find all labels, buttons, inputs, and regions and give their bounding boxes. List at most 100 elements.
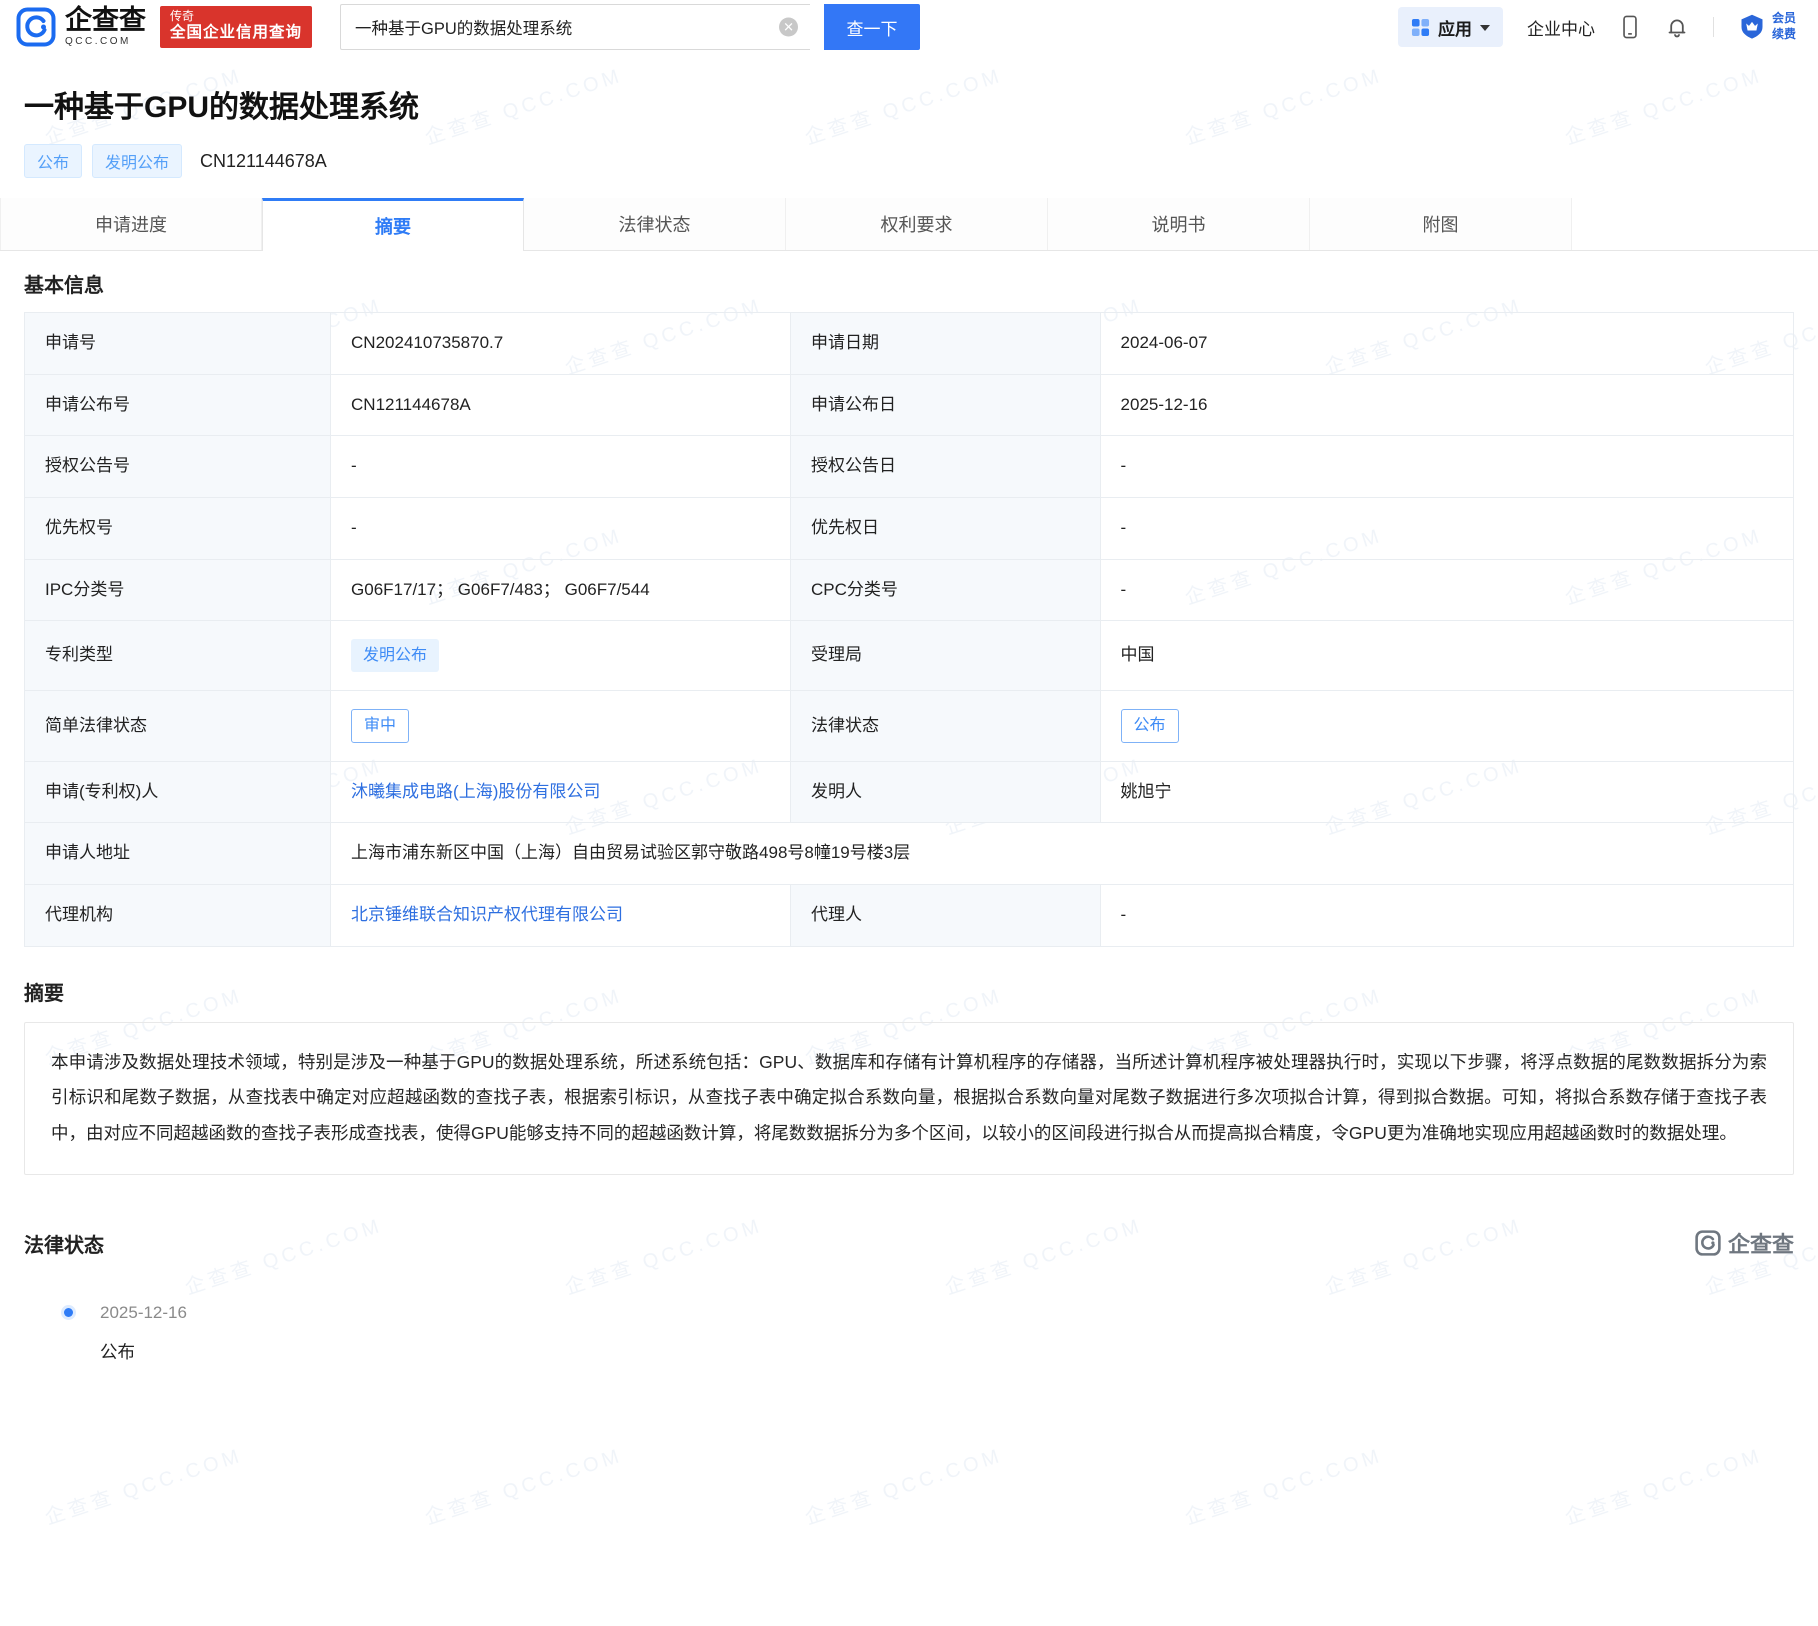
table-row: 申请公布号CN121144678A申请公布日2025-12-16 xyxy=(25,374,1794,436)
watermark-text: 企查查 QCC.COM xyxy=(41,1439,246,1530)
field-label: 发明人 xyxy=(790,761,1100,823)
table-row: 申请(专利权)人 沐曦集成电路(上海)股份有限公司 发明人姚旭宁 xyxy=(25,761,1794,823)
tab-description[interactable]: 说明书 xyxy=(1048,198,1310,250)
notifications-icon[interactable] xyxy=(1665,15,1689,39)
simple-legal-status-tag: 审中 xyxy=(351,709,409,742)
field-value: 公布 xyxy=(1100,691,1793,761)
field-label: 简单法律状态 xyxy=(25,691,331,761)
table-row: 优先权号-优先权日- xyxy=(25,497,1794,559)
timeline-dot-icon xyxy=(64,1308,73,1317)
field-value: - xyxy=(1100,884,1793,946)
patent-status-tag: 发明公布 xyxy=(92,144,182,178)
top-header: 企查查 QCC.COM 传奇 全国企业信用查询 查一下 应用 企业中心 xyxy=(0,0,1818,54)
field-value: 沐曦集成电路(上海)股份有限公司 xyxy=(331,761,791,823)
tab-abstract[interactable]: 摘要 xyxy=(262,198,524,251)
vip-line1: 会员 xyxy=(1772,11,1796,27)
vip-renew-button[interactable]: 会员 续费 xyxy=(1738,11,1796,42)
field-value: 2024-06-07 xyxy=(1100,313,1793,375)
field-label: 申请公布号 xyxy=(25,374,331,436)
applicant-company-link[interactable]: 沐曦集成电路(上海)股份有限公司 xyxy=(351,782,600,801)
main-content: 基本信息 申请号CN202410735870.7申请日期2024-06-07申请… xyxy=(0,269,1818,1364)
enterprise-center-link[interactable]: 企业中心 xyxy=(1527,15,1595,40)
field-label: 授权公告号 xyxy=(25,436,331,498)
field-label: 优先权日 xyxy=(790,497,1100,559)
vip-line2: 续费 xyxy=(1772,27,1796,43)
vip-badge-icon xyxy=(1738,13,1766,41)
table-row: 专利类型发明公布 受理局中国 xyxy=(25,621,1794,691)
field-label: 代理机构 xyxy=(25,884,331,946)
apps-menu-button[interactable]: 应用 xyxy=(1398,7,1503,47)
table-row: 授权公告号-授权公告日- xyxy=(25,436,1794,498)
patent-status-tag: 公布 xyxy=(24,144,82,178)
field-label: 专利类型 xyxy=(25,621,331,691)
title-tags: 公布发明公布 xyxy=(24,144,182,178)
search-button[interactable]: 查一下 xyxy=(824,4,920,50)
tab-application-progress[interactable]: 申请进度 xyxy=(0,198,262,250)
slogan-badge: 传奇 全国企业信用查询 xyxy=(160,6,312,48)
field-label: 法律状态 xyxy=(790,691,1100,761)
header-divider xyxy=(1713,17,1714,37)
apps-grid-icon xyxy=(1411,18,1430,37)
watermark-text: 企查查 QCC.COM xyxy=(801,1439,1006,1530)
field-value: 中国 xyxy=(1100,621,1793,691)
tab-bar: 申请进度摘要法律状态权利要求说明书附图 xyxy=(0,198,1818,251)
field-label: 申请公布日 xyxy=(790,374,1100,436)
slogan-badge-bottom: 全国企业信用查询 xyxy=(170,24,302,43)
field-label: 授权公告日 xyxy=(790,436,1100,498)
tab-drawings[interactable]: 附图 xyxy=(1310,198,1572,250)
qcc-logo-subtext: QCC.COM xyxy=(65,37,146,47)
agency-link[interactable]: 北京锤维联合知识产权代理有限公司 xyxy=(351,905,623,924)
field-value: - xyxy=(331,436,791,498)
field-label: 申请(专利权)人 xyxy=(25,761,331,823)
table-row: 申请号CN202410735870.7申请日期2024-06-07 xyxy=(25,313,1794,375)
qcc-watermark-logo-icon xyxy=(1695,1230,1721,1256)
caret-down-icon xyxy=(1480,25,1490,31)
qcc-logo-icon xyxy=(16,7,56,47)
qcc-logo[interactable]: 企查查 QCC.COM xyxy=(16,7,146,47)
clear-search-icon[interactable] xyxy=(779,18,798,37)
tab-claims[interactable]: 权利要求 xyxy=(786,198,1048,250)
table-row: IPC分类号G06F17/17； G06F7/483； G06F7/544CPC… xyxy=(25,559,1794,621)
watermark-text: 企查查 QCC.COM xyxy=(1561,1439,1766,1530)
tab-legal-status[interactable]: 法律状态 xyxy=(524,198,786,250)
field-label: 申请人地址 xyxy=(25,823,331,885)
field-value: CN121144678A xyxy=(331,374,791,436)
legal-status-heading: 法律状态 xyxy=(24,1229,104,1258)
field-label: 代理人 xyxy=(790,884,1100,946)
field-value: - xyxy=(1100,436,1793,498)
basic-info-heading: 基本信息 xyxy=(24,269,1794,298)
slogan-badge-top: 传奇 xyxy=(170,9,302,23)
page-title: 一种基于GPU的数据处理系统 xyxy=(24,82,1794,126)
field-value: CN202410735870.7 xyxy=(331,313,791,375)
legal-status-value: 公布 xyxy=(100,1339,1794,1364)
patent-type-tag: 发明公布 xyxy=(351,639,439,672)
watermark-text: 企查查 QCC.COM xyxy=(1181,1439,1386,1530)
legal-timeline: 2025-12-16 公布 xyxy=(24,1303,1794,1364)
field-value: G06F17/17； G06F7/483； G06F7/544 xyxy=(331,559,791,621)
legal-status-item: 2025-12-16 公布 xyxy=(64,1303,1794,1364)
field-label: 申请号 xyxy=(25,313,331,375)
legal-status-tag: 公布 xyxy=(1121,709,1179,742)
apps-menu-label: 应用 xyxy=(1438,15,1472,40)
field-label: IPC分类号 xyxy=(25,559,331,621)
basic-info-table: 申请号CN202410735870.7申请日期2024-06-07申请公布号CN… xyxy=(24,312,1794,947)
field-value: 上海市浦东新区中国（上海）自由贸易试验区郭守敬路498号8幢19号楼3层 xyxy=(331,823,1794,885)
watermark-text: 企查查 QCC.COM xyxy=(421,1439,626,1530)
field-value: - xyxy=(331,497,791,559)
abstract-heading: 摘要 xyxy=(24,977,1794,1006)
field-value: - xyxy=(1100,559,1793,621)
legal-date: 2025-12-16 xyxy=(100,1303,1794,1323)
field-label: 优先权号 xyxy=(25,497,331,559)
field-value: 北京锤维联合知识产权代理有限公司 xyxy=(331,884,791,946)
abstract-text: 本申请涉及数据处理技术领域，特别是涉及一种基于GPU的数据处理系统，所述系统包括… xyxy=(24,1022,1794,1176)
table-row: 代理机构 北京锤维联合知识产权代理有限公司 代理人- xyxy=(25,884,1794,946)
field-label: CPC分类号 xyxy=(790,559,1100,621)
field-value: 姚旭宁 xyxy=(1100,761,1793,823)
search-input[interactable] xyxy=(341,5,810,49)
patent-number: CN121144678A xyxy=(200,151,327,172)
field-label: 申请日期 xyxy=(790,313,1100,375)
field-label: 受理局 xyxy=(790,621,1100,691)
field-value: 发明公布 xyxy=(331,621,791,691)
mobile-app-icon[interactable] xyxy=(1619,14,1641,40)
title-section: 一种基于GPU的数据处理系统 公布发明公布 CN121144678A xyxy=(0,54,1818,178)
